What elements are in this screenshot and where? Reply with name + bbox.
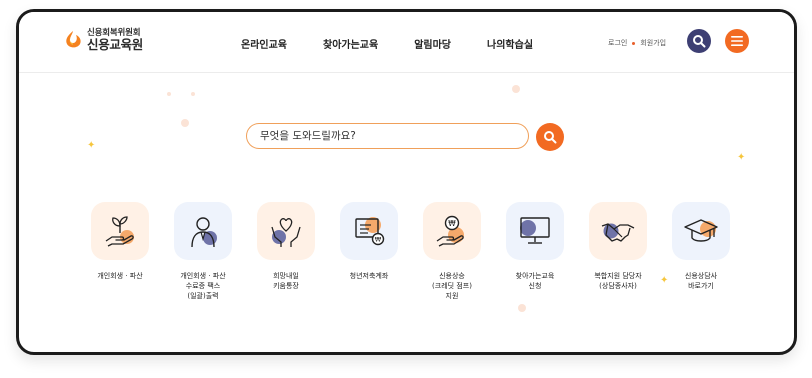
login-link[interactable]: 로그인 xyxy=(608,38,627,48)
menu-button[interactable] xyxy=(725,29,749,53)
quicklink-certificate-fax[interactable]: 개인회생 · 파산 수료증 팩스 (일괄)출력 xyxy=(161,202,245,301)
quicklink-tile xyxy=(589,202,647,260)
desktop-icon xyxy=(520,217,550,244)
coin-hand-icon: ₩ xyxy=(436,215,464,247)
main-search-input[interactable]: 무엇을 도와드릴까요? xyxy=(246,123,529,149)
quicklink-label: 희망내일 키움통장 xyxy=(273,272,299,290)
handshake-icon xyxy=(601,223,635,242)
quicklink-label: 찾아가는교육 신청 xyxy=(515,272,555,290)
quicklink-label: 신용상담사 바로가기 xyxy=(684,272,718,290)
quicklink-tile xyxy=(174,202,232,260)
nav-online-education[interactable]: 온라인교육 xyxy=(241,36,287,51)
plant-hand-icon xyxy=(105,216,134,247)
quicklink-tile xyxy=(91,202,149,260)
nav-visiting-education[interactable]: 찾아가는교육 xyxy=(323,36,378,51)
separator-dot xyxy=(632,41,636,45)
sparkle-icon: ✦ xyxy=(87,140,96,151)
decor-dot xyxy=(167,92,171,96)
quicklink-label: 개인회생 · 파산 xyxy=(97,272,143,280)
user-links: 로그인 회원가입 xyxy=(608,38,666,48)
person-icon xyxy=(191,217,217,248)
quicklink-tile xyxy=(672,202,730,260)
quicklink-label: 개인회생 · 파산 수료증 팩스 (일괄)출력 xyxy=(180,272,226,300)
quicklink-combined-support[interactable]: 복합지원 담당자 (상담종사자) xyxy=(576,202,660,291)
flame-logo-icon xyxy=(66,31,81,48)
site-header: 신용회복위원회 신용교육원 온라인교육 찾아가는교육 알림마당 나의학습실 로그… xyxy=(19,12,794,73)
monitor-won-icon: ₩ xyxy=(355,217,385,246)
hamburger-icon xyxy=(731,36,743,46)
main-nav: 온라인교육 찾아가는교육 알림마당 나의학습실 xyxy=(241,36,533,51)
nav-my-classroom[interactable]: 나의학습실 xyxy=(487,36,533,51)
header-search-button[interactable] xyxy=(687,29,711,53)
search-icon xyxy=(693,35,706,48)
quicklink-visiting-education-apply[interactable]: 찾아가는교육 신청 xyxy=(493,202,577,291)
logo-site-name: 신용교육원 xyxy=(87,36,144,52)
graduation-cap-icon xyxy=(684,219,718,242)
quicklink-label: 신용상승 (크레딧 점프) 지원 xyxy=(432,272,472,300)
quicklink-hope-savings[interactable]: 희망내일 키움통장 xyxy=(244,202,328,291)
quicklink-tile: ₩ xyxy=(423,202,481,260)
svg-text:₩: ₩ xyxy=(375,236,382,244)
quicklink-label: 복합지원 담당자 (상담종사자) xyxy=(594,272,642,290)
decor-dot xyxy=(512,85,520,93)
sparkle-icon: ✦ xyxy=(737,152,746,163)
quicklink-tile xyxy=(257,202,315,260)
quicklink-label: 청년저축계좌 xyxy=(349,272,389,280)
quicklink-tile: ₩ xyxy=(340,202,398,260)
search-icon xyxy=(544,131,557,144)
svg-text:₩: ₩ xyxy=(448,219,456,228)
decor-dot xyxy=(518,304,526,312)
signup-link[interactable]: 회원가입 xyxy=(640,38,666,48)
quicklink-personal-rehabilitation[interactable]: 개인회생 · 파산 xyxy=(78,202,162,281)
browser-frame: 신용회복위원회 신용교육원 온라인교육 찾아가는교육 알림마당 나의학습실 로그… xyxy=(16,9,797,355)
quicklink-credit-jump[interactable]: ₩ 신용상승 (크레딧 점프) 지원 xyxy=(410,202,494,301)
main-search-button[interactable] xyxy=(536,123,564,151)
decor-dot xyxy=(191,92,195,96)
quicklink-credit-counselor[interactable]: 신용상담사 바로가기 xyxy=(659,202,743,291)
quicklink-tile xyxy=(506,202,564,260)
quicklink-youth-savings[interactable]: ₩ 청년저축계좌 xyxy=(327,202,411,281)
heart-hands-icon xyxy=(271,218,301,247)
site-logo[interactable]: 신용회복위원회 신용교육원 xyxy=(63,29,143,51)
decor-dot xyxy=(181,119,189,127)
nav-notice[interactable]: 알림마당 xyxy=(414,36,451,51)
